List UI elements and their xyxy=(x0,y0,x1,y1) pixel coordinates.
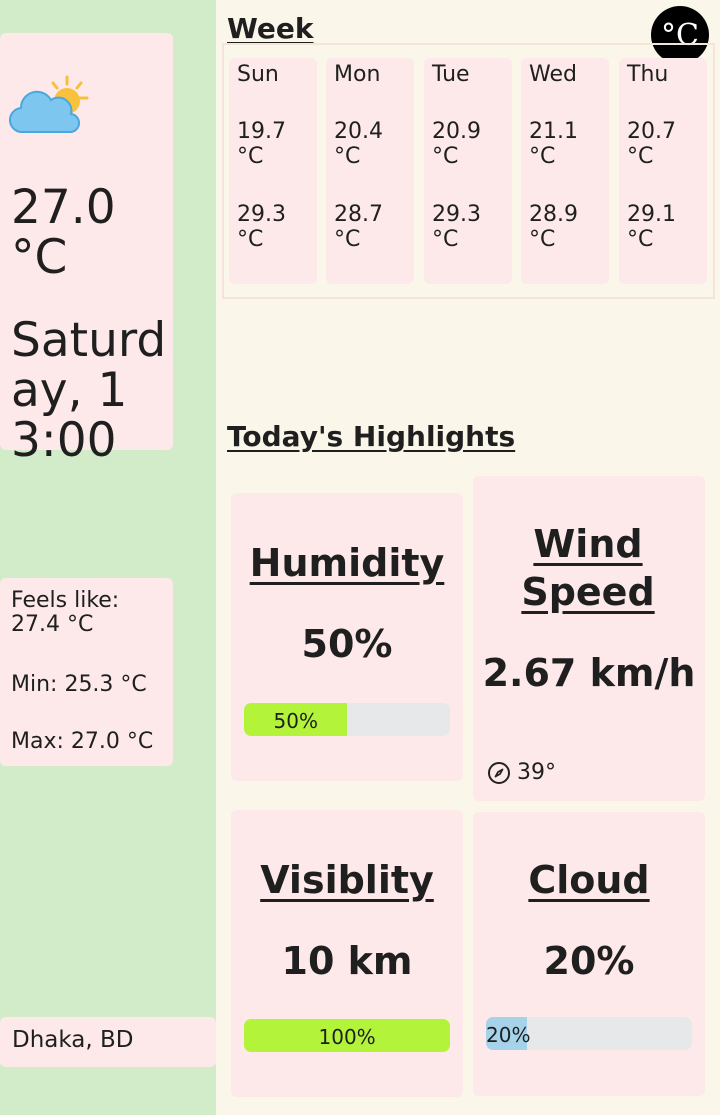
min-temperature: Min: 25.3 °C xyxy=(11,672,147,697)
day-name: Wed xyxy=(529,62,577,87)
day-card-thu: Thu 20.7 °C 29.1 °C xyxy=(619,58,707,284)
wind-direction: 39° xyxy=(487,760,556,785)
day-min: 20.7 °C xyxy=(627,119,676,169)
day-card-sun: Sun 19.7 °C 29.3 °C xyxy=(229,58,317,284)
details-card: Feels like: 27.4 °C Min: 25.3 °C Max: 27… xyxy=(0,578,173,766)
humidity-card: Humidity 50% 50% xyxy=(231,493,463,781)
day-card-tue: Tue 20.9 °C 29.3 °C xyxy=(424,58,512,284)
current-datetime: Saturday, 13:00 xyxy=(11,313,167,468)
cloud-value: 20% xyxy=(543,939,635,983)
day-min: 20.9 °C xyxy=(432,119,481,169)
compass-icon xyxy=(488,761,510,784)
current-temperature: 27.0 °C xyxy=(11,180,116,285)
humidity-value: 50% xyxy=(301,622,393,666)
highlights-title: Today's Highlights xyxy=(227,420,516,453)
humidity-bar: 50% xyxy=(244,703,450,736)
cloud-title: Cloud xyxy=(528,858,650,902)
current-weather-card: 27.0 °C Saturday, 13:00 xyxy=(0,33,173,466)
day-max: 28.9 °C xyxy=(529,202,578,252)
day-min: 19.7 °C xyxy=(237,119,286,169)
cloud-bar-label: 20% xyxy=(486,1023,531,1047)
visibility-card: Visiblity 10 km 100% xyxy=(231,810,463,1097)
day-max: 29.3 °C xyxy=(237,202,286,252)
day-max: 29.3 °C xyxy=(432,202,481,252)
day-card-mon: Mon 20.4 °C 28.7 °C xyxy=(326,58,414,284)
feels-like: Feels like: 27.4 °C xyxy=(11,588,120,637)
cloud-card: Cloud 20% 20% xyxy=(473,812,705,1096)
day-name: Mon xyxy=(334,62,381,87)
max-temperature: Max: 27.0 °C xyxy=(11,729,154,754)
visibility-value: 10 km xyxy=(281,939,413,983)
visibility-bar-label: 100% xyxy=(318,1025,376,1049)
day-min: 21.1 °C xyxy=(529,119,578,169)
day-name: Tue xyxy=(432,62,470,87)
partly-cloudy-icon xyxy=(9,75,89,134)
day-max: 28.7 °C xyxy=(334,202,383,252)
day-min: 20.4 °C xyxy=(334,119,383,169)
wind-speed-card: Wind Speed 2.67 km/h 39° xyxy=(473,476,705,801)
day-name: Sun xyxy=(237,62,279,87)
wind-speed-value: 2.67 km/h xyxy=(482,651,696,695)
wind-direction-value: 39° xyxy=(517,760,556,785)
week-title: Week xyxy=(227,12,314,45)
day-name: Thu xyxy=(627,62,669,87)
humidity-bar-label: 50% xyxy=(273,709,318,733)
cloud-bar: 20% xyxy=(486,1017,692,1050)
location-card: Dhaka, BD xyxy=(0,1017,216,1067)
location-label: Dhaka, BD xyxy=(12,1027,134,1053)
wind-speed-title: Wind Speed xyxy=(521,522,655,614)
visibility-bar: 100% xyxy=(244,1019,450,1052)
day-card-wed: Wed 21.1 °C 28.9 °C xyxy=(521,58,609,284)
day-max: 29.1 °C xyxy=(627,202,676,252)
visibility-title: Visiblity xyxy=(260,858,434,902)
humidity-title: Humidity xyxy=(249,541,445,585)
